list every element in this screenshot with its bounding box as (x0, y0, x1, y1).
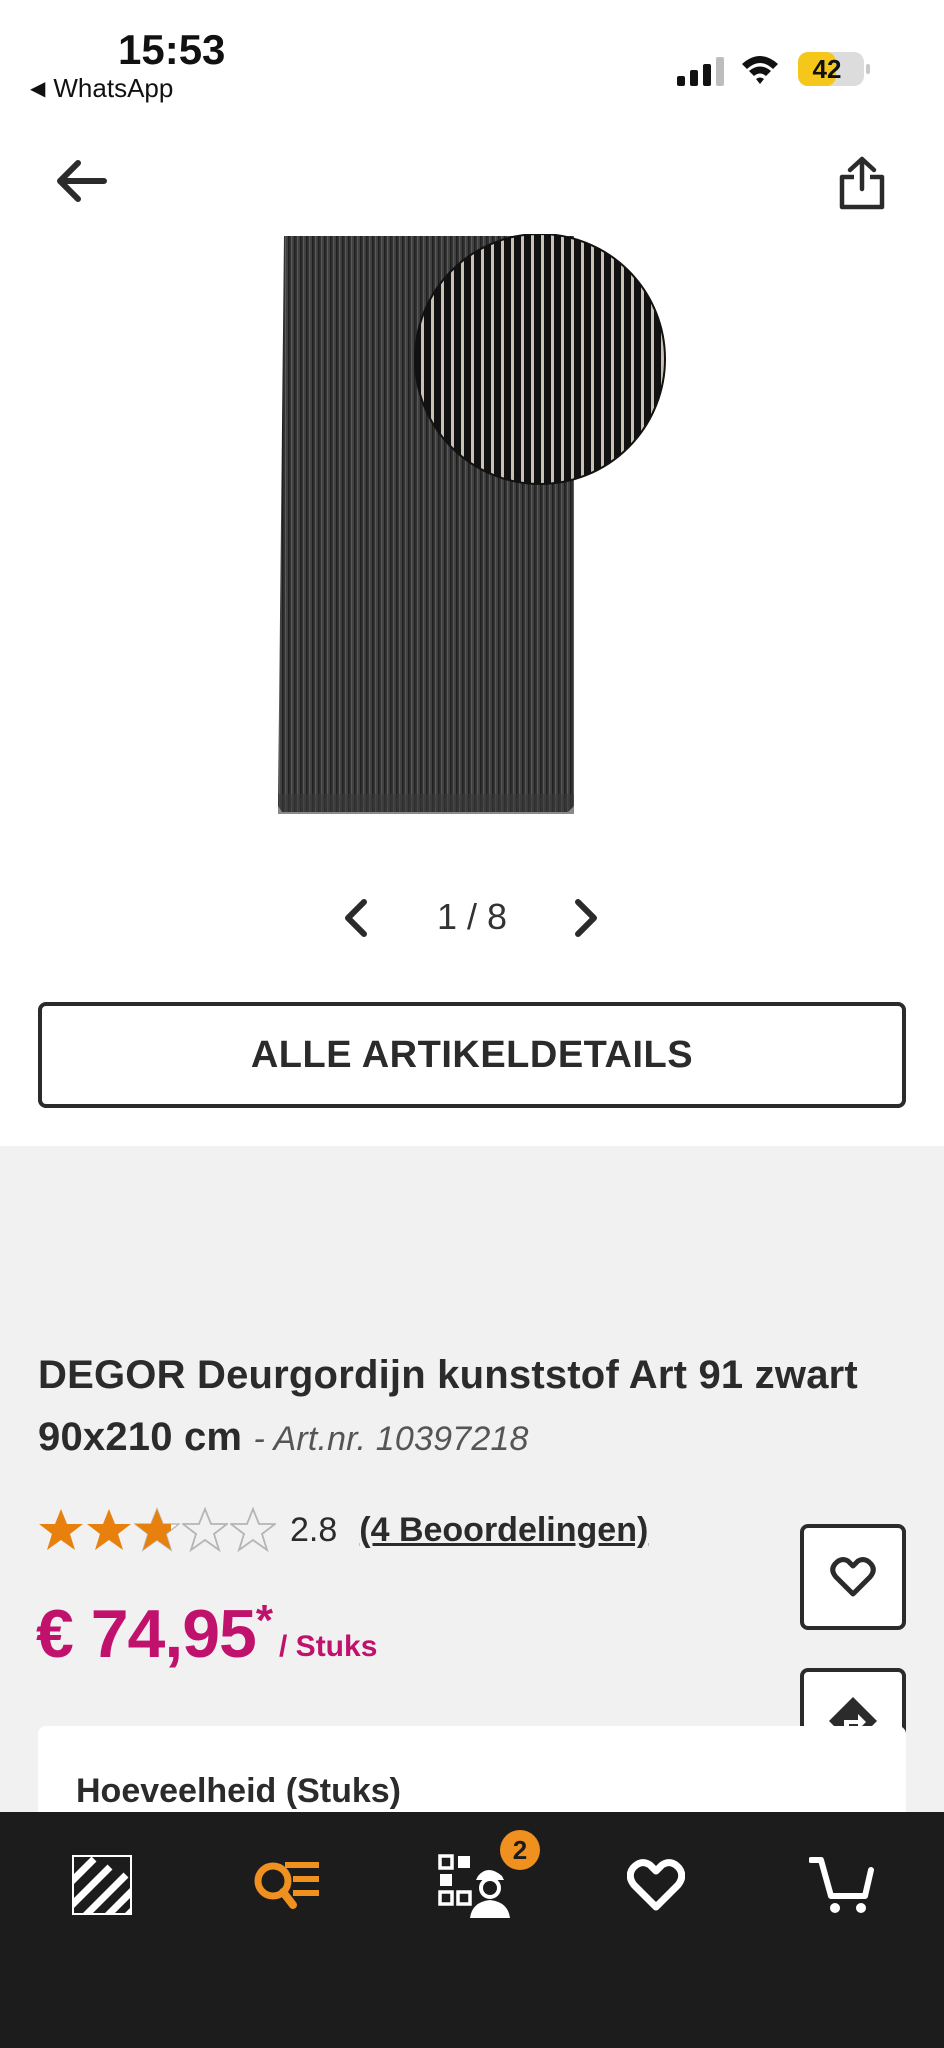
star-empty-icon (230, 1507, 276, 1553)
price-asterisk: * (255, 1596, 274, 1645)
quantity-label: Hoeveelheid (Stuks) (76, 1772, 401, 1810)
back-triangle-icon: ◀ (30, 78, 46, 100)
rating-value: 2.8 (290, 1510, 338, 1549)
star-icon (87, 1509, 131, 1550)
product-title: DEGOR Deurgordijn kunststof Art 91 zwart… (38, 1344, 918, 1470)
all-article-details-button[interactable]: ALLE ARTIKELDETAILS (38, 1002, 906, 1108)
store-service-icon (438, 1854, 510, 1918)
back-arrow-icon[interactable] (52, 155, 110, 207)
chevron-right-icon[interactable] (570, 898, 602, 938)
status-time: 15:53 (118, 26, 226, 73)
gallery-counter: 1 / 8 (436, 896, 508, 937)
product-rating: 2.8 (4 Beoordelingen) (38, 1504, 648, 1556)
back-app-label: WhatsApp (53, 73, 174, 103)
nav-search[interactable] (248, 1850, 328, 1920)
price-amount: € 74,95 (36, 1596, 257, 1672)
bottom-navigation (0, 1812, 944, 2048)
nav-badge: 2 (500, 1830, 540, 1870)
status-bar: 15:53 ◀ WhatsApp 42 (0, 0, 944, 110)
hornbach-logo-icon (72, 1855, 132, 1915)
star-empty-icon (182, 1507, 228, 1553)
chevron-left-icon[interactable] (340, 898, 372, 938)
heart-icon (627, 1859, 685, 1911)
cellular-signal-icon (677, 57, 724, 86)
price-unit: / Stuks (279, 1630, 378, 1663)
cart-icon (809, 1857, 874, 1913)
nav-home[interactable] (62, 1850, 142, 1920)
back-to-app-link[interactable]: ◀ WhatsApp (30, 73, 173, 104)
share-icon[interactable] (836, 155, 888, 211)
heart-icon (830, 1557, 876, 1597)
article-number: - Art.nr. 10397218 (253, 1420, 529, 1458)
battery-nub (866, 64, 870, 74)
star-icon (134, 1507, 180, 1552)
reviews-link[interactable]: (4 Beoordelingen) (359, 1511, 648, 1550)
nav-cart[interactable] (802, 1850, 882, 1920)
battery-percent: 42 (812, 54, 842, 84)
nav-wishlist[interactable] (616, 1850, 696, 1920)
search-list-icon (254, 1862, 319, 1909)
wifi-icon (742, 56, 778, 84)
product-image[interactable] (278, 234, 666, 814)
product-price: € 74,95 * / Stuks (36, 1594, 377, 1674)
battery-indicator: 42 (798, 52, 870, 86)
star-icon (39, 1509, 83, 1550)
add-to-wishlist-button[interactable] (800, 1524, 906, 1630)
